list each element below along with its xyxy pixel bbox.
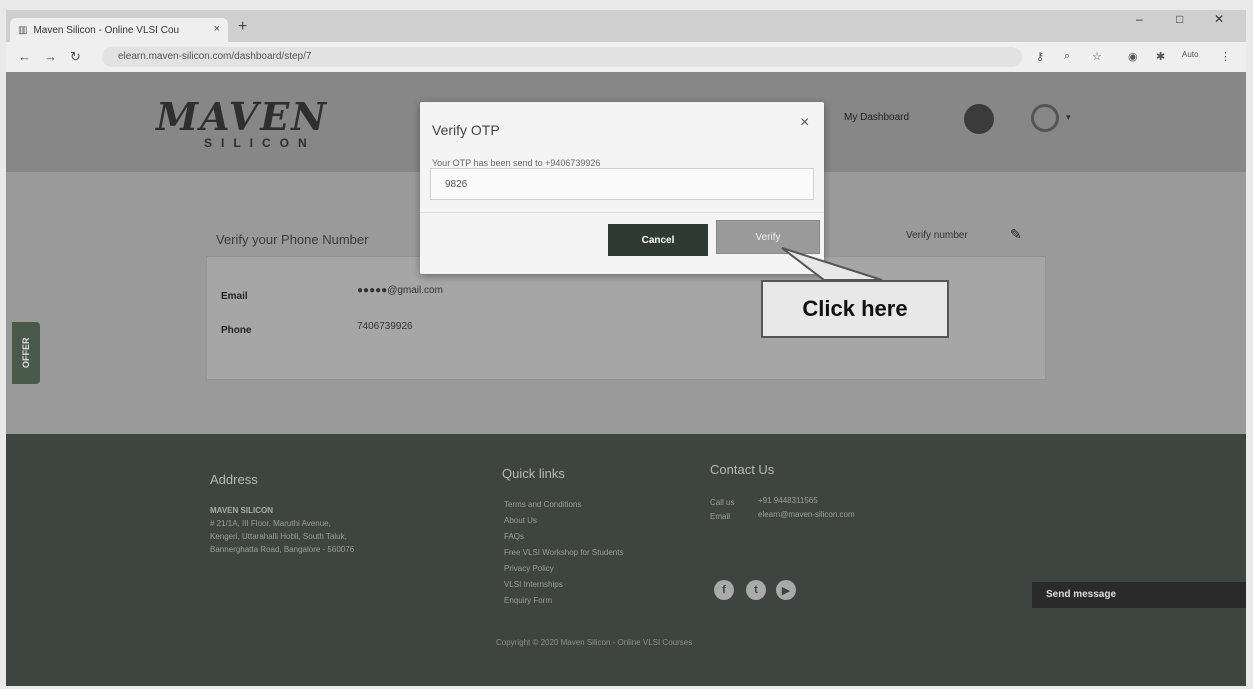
click-here-callout: Click here <box>761 280 949 338</box>
browser-window: ▥ Maven Silicon - Online VLSI Cou × + – … <box>6 10 1246 686</box>
send-message-button[interactable]: Send message <box>1032 582 1246 608</box>
